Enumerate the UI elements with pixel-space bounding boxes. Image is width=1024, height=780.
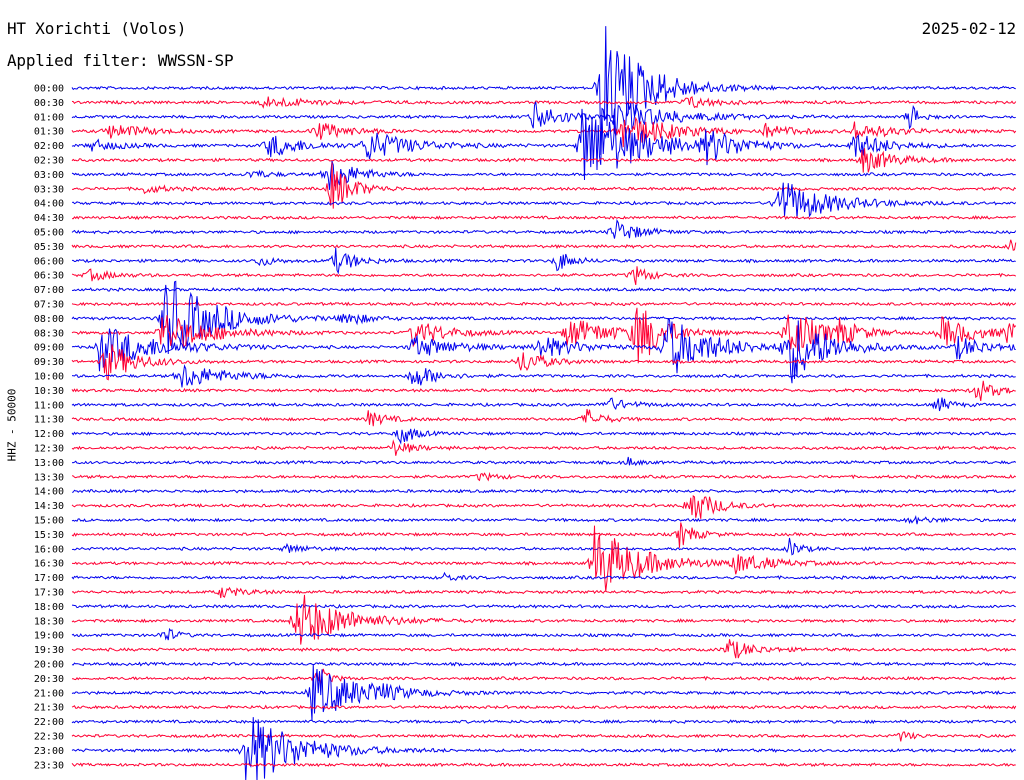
tick-label-0500: 05:00 (34, 228, 64, 239)
trace-row-1030 (71, 380, 1016, 401)
tick-label-2330: 23:30 (34, 760, 64, 771)
tick-label-1400: 14:00 (34, 487, 64, 498)
tick-label-1530: 15:30 (34, 530, 64, 541)
tick-label-1300: 13:00 (34, 458, 64, 469)
tick-label-0300: 03:00 (34, 170, 64, 181)
tick-label-1630: 16:30 (34, 559, 64, 570)
tick-label-2030: 20:30 (34, 674, 64, 685)
trace-row-1930 (71, 639, 1017, 659)
trace-row-0630 (71, 266, 1017, 286)
tick-label-0430: 04:30 (34, 213, 64, 224)
tick-label-1700: 17:00 (34, 573, 64, 584)
trace-row-1900 (71, 627, 1017, 641)
tick-label-1730: 17:30 (34, 588, 64, 599)
tick-label-0000: 00:00 (34, 84, 64, 95)
trace-row-1600 (71, 537, 1017, 556)
trace-row-0530 (71, 239, 1017, 251)
tick-label-1200: 12:00 (34, 429, 64, 440)
trace-row-0800 (71, 280, 1016, 354)
tick-label-0800: 08:00 (34, 314, 64, 325)
trace-row-2200 (71, 718, 1017, 725)
trace-row-1730 (71, 586, 1016, 599)
trace-row-1800 (71, 603, 1016, 609)
tick-label-0700: 07:00 (34, 285, 64, 296)
tick-label-1600: 16:00 (34, 544, 64, 555)
trace-row-2000 (71, 661, 1017, 667)
tick-label-1900: 19:00 (34, 631, 64, 642)
tick-label-0030: 00:30 (34, 98, 64, 109)
trace-row-1000 (71, 364, 1016, 388)
trace-row-1400 (71, 488, 1016, 494)
trace-row-1430 (71, 494, 1017, 519)
tick-label-2000: 20:00 (34, 660, 64, 671)
tick-label-0600: 06:00 (34, 256, 64, 267)
trace-row-2100 (71, 664, 1016, 721)
trace-row-2330 (71, 762, 1016, 768)
tick-label-1100: 11:00 (34, 400, 64, 411)
trace-row-0500 (71, 218, 1017, 239)
tick-label-0730: 07:30 (34, 300, 64, 311)
trace-row-0330 (71, 162, 1017, 209)
tick-label-1930: 19:30 (34, 645, 64, 656)
tick-label-0930: 09:30 (34, 357, 64, 368)
trace-row-1130 (71, 408, 1017, 427)
tick-label-2130: 21:30 (34, 703, 64, 714)
trace-row-0430 (71, 214, 1016, 221)
helicorder-plot: 00:00 00:30 01:00 01:30 02:00 02:30 03:00 03:30… (34, 26, 1017, 780)
trace-row-1100 (71, 397, 1017, 412)
trace-row-0030 (71, 95, 1017, 109)
trace-row-1530 (71, 522, 1016, 548)
trace-row-1830 (71, 594, 1016, 645)
tick-label-1430: 14:30 (34, 501, 64, 512)
trace-row-1500 (71, 515, 1017, 525)
tick-label-0200: 02:00 (34, 141, 64, 152)
trace-row-0000 (71, 26, 1016, 155)
trace-row-2300 (71, 717, 1017, 780)
tick-label-1800: 18:00 (34, 602, 64, 613)
trace-row-0300 (71, 160, 1016, 190)
tick-label-0530: 05:30 (34, 242, 64, 253)
trace-row-1300 (71, 456, 1017, 467)
trace-row-0600 (71, 247, 1016, 275)
tick-label-0130: 01:30 (34, 127, 64, 138)
tick-label-1130: 11:30 (34, 415, 64, 426)
tick-label-0630: 06:30 (34, 271, 64, 282)
trace-row-2130 (71, 704, 1017, 710)
tick-label-0900: 09:00 (34, 343, 64, 354)
tick-label-1830: 18:30 (34, 616, 64, 627)
trace-row-0230 (71, 148, 1017, 173)
tick-label-0830: 08:30 (34, 328, 64, 339)
seismic-traces (71, 26, 1017, 780)
tick-label-0230: 02:30 (34, 156, 64, 167)
tick-label-0100: 01:00 (34, 112, 64, 123)
tick-label-1230: 12:30 (34, 444, 64, 455)
trace-row-2030 (71, 668, 1016, 686)
tick-label-2100: 21:00 (34, 688, 64, 699)
tick-label-1030: 10:30 (34, 386, 64, 397)
trace-row-0700 (71, 286, 1017, 292)
tick-label-0330: 03:30 (34, 184, 64, 195)
trace-row-0200 (71, 108, 1016, 181)
trace-row-1200 (71, 428, 1017, 445)
trace-row-1700 (71, 571, 1017, 582)
time-tick-labels: 00:00 00:30 01:00 01:30 02:00 02:30 03:00 03:30… (34, 84, 64, 772)
tick-label-2200: 22:00 (34, 717, 64, 728)
trace-row-1230 (71, 439, 1016, 456)
tick-label-0400: 04:00 (34, 199, 64, 210)
tick-label-1330: 13:30 (34, 472, 64, 483)
trace-row-2230 (71, 731, 1016, 742)
tick-label-1500: 15:00 (34, 516, 64, 527)
trace-row-1330 (71, 471, 1017, 482)
tick-label-1000: 10:00 (34, 372, 64, 383)
tick-label-2230: 22:30 (34, 732, 64, 743)
tick-label-2300: 23:00 (34, 746, 64, 757)
trace-row-0730 (71, 301, 1017, 307)
